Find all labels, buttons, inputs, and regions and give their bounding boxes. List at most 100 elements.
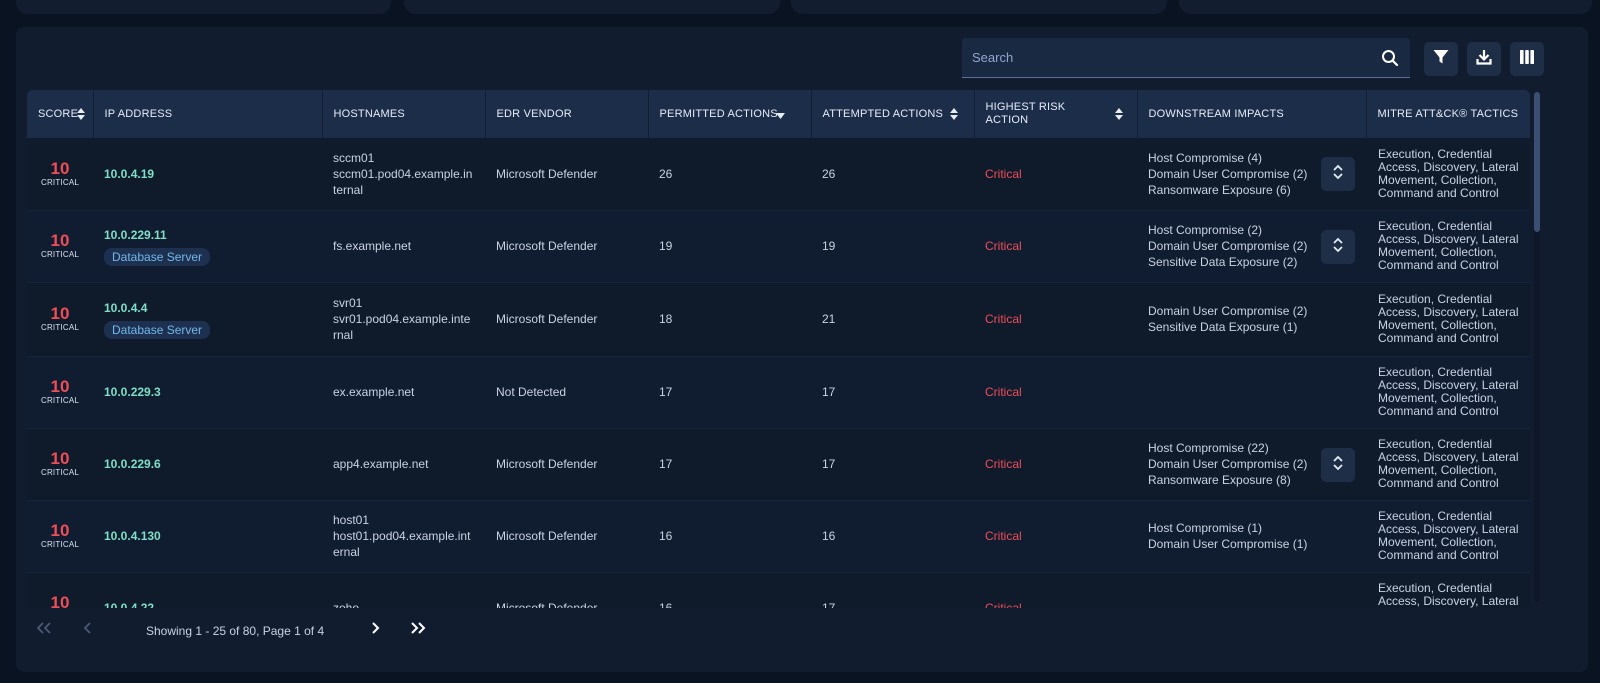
score-value: 10 (50, 521, 70, 540)
scrollbar-thumb[interactable] (1534, 92, 1540, 232)
col-header-impacts[interactable]: DOWNSTREAM IMPACTS (1136, 90, 1366, 138)
col-header-label: EDR VENDOR (496, 108, 572, 120)
score-cell: 10CRITICAL (27, 138, 93, 211)
ip-link[interactable]: 10.0.229.3 (104, 384, 311, 400)
chevron-left-icon (82, 621, 94, 640)
table-header-row: SCORE IP ADDRESS HOSTNAMES EDR VENDOR PE… (27, 90, 1530, 138)
table-row[interactable]: 10 CRITICAL 10.0.229.3 ex.example.net Not De… (27, 356, 1530, 429)
summary-card (16, 0, 391, 14)
ip-link[interactable]: 10.0.229.6 (104, 456, 311, 472)
hostnames-cell: sccm01 sccm01.pod04.example.internal (322, 138, 485, 211)
filter-button[interactable] (1424, 42, 1458, 76)
permitted-actions-cell: 19 (648, 210, 811, 283)
score-severity: CRITICAL (40, 323, 80, 332)
expand-impacts-button[interactable] (1321, 157, 1355, 191)
table-toolbar (16, 38, 1588, 78)
pagination-summary: Showing 1 - 25 of 80, Page 1 of 4 (146, 624, 325, 638)
col-header-label: SCORE (38, 108, 79, 120)
table-row[interactable]: 10 CRITICAL 10.0.4.130 host01 host01.pod04.e… (27, 500, 1530, 573)
last-page-button[interactable] (405, 617, 431, 643)
expand-collapse-icon (1331, 237, 1345, 257)
edr-vendor-cell: Microsoft Defender (485, 428, 648, 501)
prev-page-button[interactable] (75, 617, 101, 643)
score-value: 10 (50, 304, 70, 323)
mitre-tactics-cell: Execution, Credential Access, Discovery,… (1366, 428, 1530, 501)
double-chevron-left-icon (35, 621, 53, 640)
score-cell: 10CRITICAL (27, 500, 93, 573)
score-cell: 10CRITICAL (27, 210, 93, 283)
ip-link[interactable]: 10.0.4.130 (104, 528, 311, 544)
score-cell: 10CRITICAL (27, 428, 93, 501)
col-header-attempted[interactable]: ATTEMPTED ACTIONS (810, 90, 974, 138)
col-header-score[interactable]: SCORE (27, 90, 93, 138)
score-cell: 10CRITICAL (27, 356, 93, 429)
mitre-tactics-cell: Execution, Credential Access, Discovery,… (1366, 282, 1530, 357)
table-row[interactable]: 10CRITICAL 10.0.4.22 zoho Microsoft Defende… (27, 572, 1530, 608)
asset-tag: Database Server (104, 320, 211, 339)
hostname: svr01 (333, 296, 363, 310)
search-input[interactable] (962, 38, 1372, 76)
downstream-impacts-cell (1137, 572, 1366, 608)
summary-card (1179, 0, 1592, 14)
filter-icon (1432, 48, 1450, 71)
hostnames-cell: ex.example.net (322, 356, 485, 429)
ip-link[interactable]: 10.0.4.22 (104, 600, 311, 608)
downstream-impacts-cell: Domain User Compromise (2) Sensitive Data… (1137, 282, 1366, 357)
permitted-actions-cell: 16 (648, 572, 811, 608)
table-scrollbar[interactable] (1534, 92, 1540, 602)
mitre-tactics-cell: Execution, Credential Access, Discovery,… (1366, 500, 1530, 573)
attempted-actions-cell: 16 (811, 500, 974, 573)
expand-collapse-icon (1331, 164, 1345, 184)
impact-item: Domain User Compromise (1) (1148, 537, 1308, 551)
hostname: host01 (333, 513, 370, 527)
ip-cell: 10.0.229.11 Database Server (93, 210, 322, 283)
ip-link[interactable]: 10.0.4.19 (104, 166, 311, 182)
score-severity: CRITICAL (40, 396, 80, 405)
hostname: svr01.pod04.example.internal (333, 312, 471, 342)
next-page-button[interactable] (362, 617, 388, 643)
highest-risk-cell: Critical (974, 356, 1137, 429)
col-header-edr[interactable]: EDR VENDOR (484, 90, 648, 138)
edr-vendor-cell: Microsoft Defender (485, 282, 648, 357)
highest-risk-cell: Critical (974, 210, 1137, 283)
col-header-label: MITRE ATT&CK® TACTICS (1377, 108, 1519, 120)
col-header-label: HOSTNAMES (333, 108, 405, 120)
downstream-impacts-cell: Host Compromise (22) Domain User Compromi… (1137, 428, 1366, 501)
sort-icon[interactable] (1114, 107, 1123, 121)
expand-impacts-button[interactable] (1321, 229, 1355, 264)
highest-risk-cell: Critical (974, 428, 1137, 501)
table-row[interactable]: 10 CRITICAL 10.0.229.11 Database Server fs.e… (27, 210, 1530, 283)
download-button[interactable] (1467, 42, 1501, 76)
sort-icon[interactable] (949, 107, 958, 121)
ip-link[interactable]: 10.0.229.11 (104, 227, 311, 243)
asset-tag: Database Server (104, 247, 211, 266)
sort-icon[interactable] (76, 107, 85, 121)
score-severity: CRITICAL (40, 540, 80, 549)
highest-risk-cell: Critical (974, 282, 1137, 357)
ip-link[interactable]: 10.0.4.4 (104, 300, 311, 316)
col-header-label: DOWNSTREAM IMPACTS (1148, 108, 1284, 120)
mitre-tactics-cell: Execution, Credential Access, Discovery,… (1366, 138, 1530, 211)
table-row[interactable]: 10 CRITICAL 10.0.4.19 sccm01 sccm01.pod04.ex… (27, 138, 1530, 211)
ip-cell: 10.0.4.19 (93, 138, 322, 211)
columns-icon (1518, 48, 1536, 71)
double-chevron-right-icon (409, 621, 427, 640)
col-header-hostnames[interactable]: HOSTNAMES (321, 90, 485, 138)
table-row[interactable]: 10 CRITICAL 10.0.4.4 Database Server svr01 sv… (27, 282, 1530, 357)
columns-button[interactable] (1510, 42, 1544, 76)
col-header-permitted[interactable]: PERMITTED ACTIONS (647, 90, 811, 138)
hostnames-cell: app4.example.net (322, 428, 485, 501)
col-header-ip[interactable]: IP ADDRESS (92, 90, 322, 138)
sort-descending-icon[interactable] (775, 110, 785, 122)
first-page-button[interactable] (31, 617, 57, 643)
attempted-actions-cell: 26 (811, 138, 974, 211)
search-icon[interactable] (1380, 48, 1400, 68)
impact-item: Domain User Compromise (2) (1148, 304, 1308, 318)
col-header-tactics[interactable]: MITRE ATT&CK® TACTICS (1365, 90, 1530, 138)
col-header-highest-risk[interactable]: HIGHEST RISK ACTION (973, 90, 1137, 138)
summary-card (404, 0, 780, 14)
edr-vendor-cell: Microsoft Defender (485, 210, 648, 283)
expand-impacts-button[interactable] (1321, 447, 1355, 482)
hostname: app4.example.net (333, 457, 429, 471)
table-row[interactable]: 10 CRITICAL 10.0.229.6 app4.example.net Micr… (27, 428, 1530, 501)
